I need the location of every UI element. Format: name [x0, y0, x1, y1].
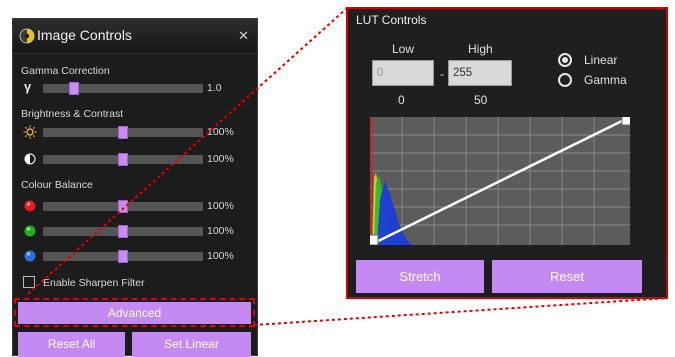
green-balance-value: 100%: [207, 225, 234, 237]
red-balance-slider[interactable]: [43, 200, 203, 213]
blue-balance-value: 100%: [207, 250, 234, 262]
sun-icon: [23, 125, 37, 139]
brightness-contrast-section-label: Brightness & Contrast: [21, 108, 124, 120]
gamma-section-label: Gamma Correction: [21, 65, 110, 77]
linear-radio[interactable]: [558, 53, 572, 67]
sharpen-filter-checkbox[interactable]: [23, 276, 35, 288]
close-icon[interactable]: ✕: [238, 28, 249, 44]
app-logo-icon: [19, 28, 35, 44]
brightness-slider[interactable]: [43, 126, 203, 139]
set-linear-button[interactable]: Set Linear: [132, 332, 251, 357]
contrast-value: 100%: [207, 153, 234, 165]
linear-radio-label: Linear: [584, 53, 618, 67]
blue-dot-icon: [24, 250, 36, 262]
brightness-value: 100%: [207, 126, 234, 138]
contrast-slider[interactable]: [43, 153, 203, 166]
red-dot-icon: [24, 200, 36, 212]
contrast-half-circle-icon: [24, 153, 36, 165]
red-balance-slider-thumb[interactable]: [118, 200, 128, 213]
gamma-symbol-icon: γ: [24, 79, 32, 94]
stretch-button[interactable]: Stretch: [356, 260, 484, 293]
green-balance-slider[interactable]: [43, 225, 203, 238]
range-separator: -: [440, 67, 444, 81]
gamma-slider[interactable]: [43, 82, 203, 95]
high-input[interactable]: 255: [448, 60, 512, 86]
advanced-button[interactable]: Advanced: [18, 302, 251, 324]
gamma-value: 1.0: [207, 82, 222, 94]
gamma-radio-label: Gamma: [584, 73, 627, 87]
reset-button[interactable]: Reset: [492, 260, 642, 293]
low-label: Low: [392, 42, 415, 56]
lut-low-handle: [370, 234, 379, 245]
callout-line-bottom: [253, 297, 669, 326]
sharpen-filter-label: Enable Sharpen Filter: [43, 277, 145, 289]
low-readout: 0: [398, 93, 405, 107]
lut-title: LUT Controls: [356, 13, 427, 27]
red-balance-value: 100%: [207, 200, 234, 212]
lut-controls-panel: LUT Controls Low High 0 - 255 0 50 Linea…: [346, 7, 668, 299]
low-input[interactable]: 0: [372, 60, 434, 86]
gamma-slider-thumb[interactable]: [69, 82, 79, 95]
image-controls-panel: Image Controls ✕ Gamma Correction γ 1.0 …: [12, 18, 258, 357]
blue-balance-slider[interactable]: [43, 250, 203, 263]
brightness-slider-thumb[interactable]: [118, 126, 128, 139]
image-controls-titlebar: Image Controls ✕: [13, 19, 257, 54]
colour-balance-section-label: Colour Balance: [21, 179, 93, 191]
lut-high-handle: [621, 117, 630, 126]
green-balance-slider-thumb[interactable]: [118, 225, 128, 238]
panel-title: Image Controls: [37, 27, 132, 43]
blue-balance-slider-thumb[interactable]: [118, 250, 128, 263]
gamma-radio[interactable]: [558, 73, 572, 87]
contrast-slider-thumb[interactable]: [118, 153, 128, 166]
high-readout: 50: [474, 93, 488, 107]
linear-radio-dot: [562, 57, 568, 63]
lut-curve-graph[interactable]: [370, 117, 630, 245]
high-label: High: [468, 42, 493, 56]
reset-all-button[interactable]: Reset All: [18, 332, 125, 357]
green-dot-icon: [24, 225, 36, 237]
